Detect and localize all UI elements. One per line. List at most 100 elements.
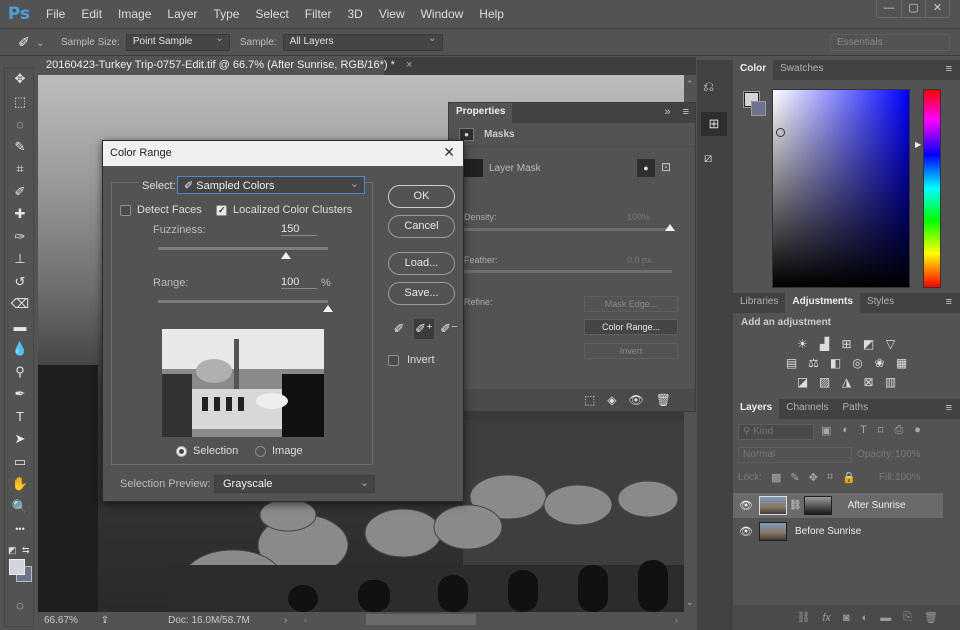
visibility-eye-icon[interactable]: 👁 [733,499,759,512]
scroll-down-icon[interactable]: ⌄ [686,597,694,608]
mask-edge-button[interactable]: Mask Edge... [584,296,678,312]
zoom-tool-icon[interactable]: 🔍 [5,496,35,519]
feather-value[interactable]: 0.0 px [627,255,652,265]
close-tab-icon[interactable]: × [406,59,412,71]
exposure-icon[interactable]: ◩ [861,338,876,351]
dialog-close-icon[interactable]: ✕ [443,144,455,161]
brightness-contrast-icon[interactable]: ☀ [795,338,810,351]
cancel-button[interactable]: Cancel [388,215,455,238]
menu-select[interactable]: Select [247,7,296,21]
foreground-color[interactable] [9,558,25,575]
range-input[interactable]: 100 [281,276,317,289]
panel-menu-icon[interactable]: ≡ [677,103,695,123]
layer-row-before-sunrise[interactable]: 👁 Before Sunrise [733,519,943,544]
scroll-up-icon[interactable]: ⌃ [686,79,694,90]
new-adjustment-layer-icon[interactable]: ◐ [862,612,869,624]
hue-saturation-icon[interactable]: ▤ [784,357,799,370]
load-selection-icon[interactable]: ⬚ [584,393,595,407]
filter-adjustment-icon[interactable]: ◐ [842,424,849,437]
new-layer-icon[interactable]: ⎘ [903,611,912,624]
eraser-tool-icon[interactable]: ⌫ [5,293,35,316]
fill-value[interactable]: 100% [895,472,921,483]
delete-layer-icon[interactable]: 🗑 [924,611,938,624]
blend-mode-select[interactable]: Normal [738,447,852,463]
rectangle-tool-icon[interactable]: ▭ [5,451,35,474]
hue-slider[interactable] [923,89,941,288]
history-brush-tool-icon[interactable]: ↺ [5,271,35,294]
background-color-swatch[interactable] [751,101,766,116]
move-tool-icon[interactable]: ✥ [5,68,35,91]
curves-icon[interactable]: ⊞ [839,338,854,351]
gradient-tool-icon[interactable]: ▬ [5,316,35,339]
collapse-panel-icon[interactable]: » [658,103,676,123]
toggle-mask-visibility-icon[interactable]: 👁 [629,393,644,407]
select-mask-icon[interactable]: ● [637,159,655,177]
gradient-map-icon[interactable]: ▥ [883,376,898,389]
sample-size-select[interactable]: Point Sample [125,33,230,51]
filter-smart-object-icon[interactable]: ⎙ [894,424,903,437]
filter-kind-select[interactable]: ⚲ Kind [738,424,814,440]
invert-mask-button[interactable]: Invert [584,343,678,359]
tab-layers[interactable]: Layers [733,399,780,419]
image-radio[interactable] [255,445,266,457]
fuzziness-slider-thumb[interactable] [280,252,291,259]
color-picker-cursor[interactable] [776,128,785,137]
marquee-tool-icon[interactable]: ⬚ [5,91,35,114]
vector-mask-icon[interactable]: ⊡ [661,160,671,174]
tab-swatches[interactable]: Swatches [773,60,830,80]
properties-panel-icon[interactable]: ⊞ [701,112,727,136]
add-to-sample-eyedropper-icon[interactable]: ✐⁺ [414,319,434,339]
tab-libraries[interactable]: Libraries [733,293,785,313]
menu-3d[interactable]: 3D [339,7,370,21]
pen-tool-icon[interactable]: ✒ [5,383,35,406]
menu-view[interactable]: View [371,7,413,21]
lock-position-icon[interactable]: ✥ [809,471,818,484]
menu-file[interactable]: File [38,7,73,21]
layer-style-fx-icon[interactable]: fx [822,612,831,624]
horizontal-scrollbar-thumb[interactable] [366,614,476,625]
eyedropper-tool-icon[interactable]: ✐ [5,181,35,204]
sample-select[interactable]: All Layers [282,33,443,51]
lock-all-icon[interactable]: 🔒 [842,471,856,484]
selection-radio[interactable] [176,445,187,457]
localized-color-clusters-checkbox[interactable] [216,204,227,216]
delete-mask-icon[interactable]: 🗑 [656,393,671,407]
minimize-button[interactable]: — [877,0,901,17]
tab-paths[interactable]: Paths [836,399,876,419]
fuzziness-input[interactable]: 150 [281,223,317,236]
photo-filter-icon[interactable]: ◎ [850,357,865,370]
range-slider-thumb[interactable] [323,305,333,312]
menu-image[interactable]: Image [110,7,159,21]
threshold-icon[interactable]: ◮ [839,376,854,389]
fuzziness-slider[interactable] [158,247,328,250]
mask-link-icon[interactable]: ⛓ [789,500,802,511]
dodge-tool-icon[interactable]: ⚲ [5,361,35,384]
filter-shape-icon[interactable]: ⌑ [878,424,884,437]
tab-adjustments[interactable]: Adjustments [785,293,860,313]
color-lookup-icon[interactable]: ▦ [894,357,909,370]
share-icon[interactable]: ⇪ [76,615,134,626]
zoom-level[interactable]: 66.67% [38,615,78,626]
document-tab[interactable]: 20160423-Turkey Trip-0757-Edit.tif @ 66.… [38,57,412,75]
hand-tool-icon[interactable]: ✋ [5,473,35,496]
selective-color-icon[interactable]: ⊠ [861,376,876,389]
save-button[interactable]: Save... [388,282,455,305]
lock-artboard-icon[interactable]: ⌗ [827,471,833,484]
invert-icon[interactable]: ◪ [795,376,810,389]
feather-slider[interactable] [464,270,672,273]
posterize-icon[interactable]: ▨ [817,376,832,389]
menu-type[interactable]: Type [205,7,247,21]
visibility-eye-icon[interactable]: 👁 [733,525,759,538]
crop-tool-icon[interactable]: ⌗ [5,158,35,181]
hue-slider-thumb[interactable]: ▶ [915,140,921,149]
status-menu-chevron-icon[interactable]: › [284,615,304,626]
tab-properties[interactable]: Properties [449,103,513,123]
menu-filter[interactable]: Filter [297,7,340,21]
tool-preset-chevron-icon[interactable]: ⌄ [36,36,45,49]
dialog-titlebar[interactable]: Color Range ✕ [103,141,463,166]
maximize-button[interactable]: ▢ [901,0,925,17]
menu-layer[interactable]: Layer [159,7,205,21]
type-tool-icon[interactable]: T [5,406,35,429]
lasso-tool-icon[interactable]: ◌ [5,113,35,136]
levels-icon[interactable]: ▟ [817,338,832,351]
